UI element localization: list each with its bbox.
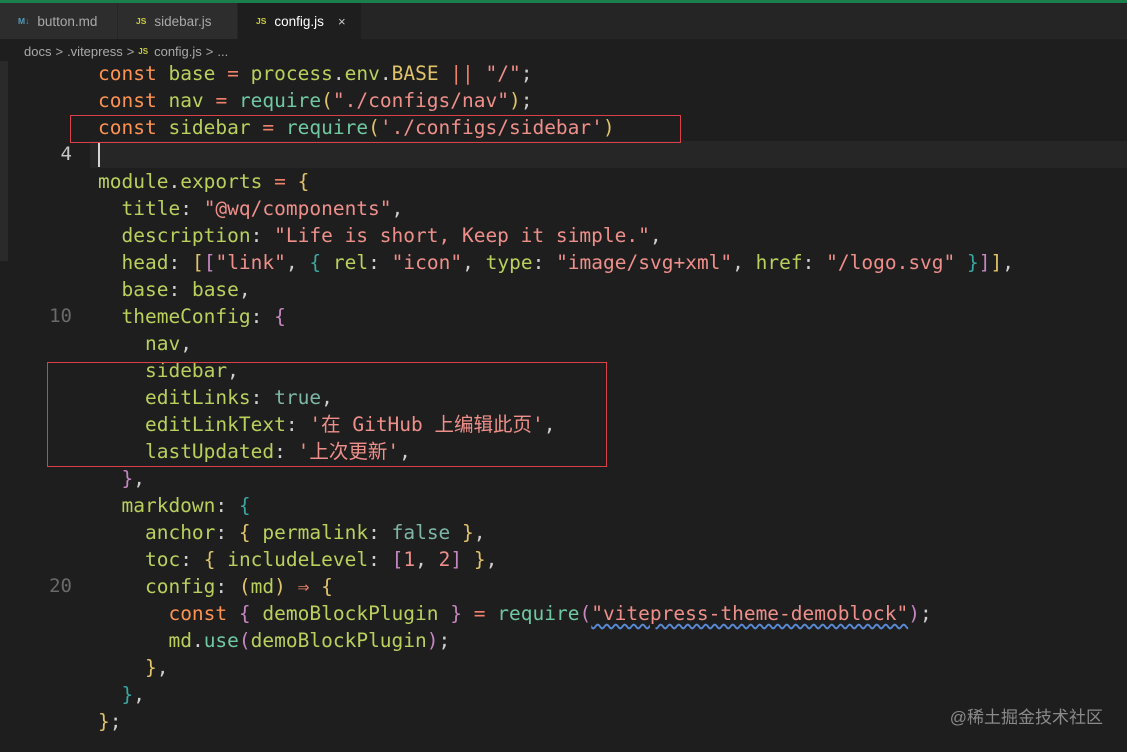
breadcrumb: docs > .vitepress > JS config.js > ... [24,41,228,61]
code-line-17: markdown: { [121,494,251,517]
text-cursor [98,143,100,167]
tab-label: button.md [37,13,98,29]
code-line-6: title: "@wq/components", [121,197,404,220]
javascript-file-icon: JS [136,16,147,26]
tab-sidebar-js[interactable]: JS sidebar.js [118,3,238,39]
breadcrumb-item-config[interactable]: config.js [154,44,202,59]
tab-config-js[interactable]: JS config.js × [238,3,362,39]
breadcrumb-item-vitepress[interactable]: .vitepress [67,44,123,59]
javascript-file-icon: JS [138,46,149,56]
watermark: @稀土掘金技术社区 [949,708,1103,727]
tab-label: sidebar.js [154,13,212,29]
line-number: 10 [49,305,72,327]
code-line-19: toc: { includeLevel: [1, 2] }, [144,548,498,571]
tab-label: config.js [274,13,324,29]
breadcrumb-item-docs[interactable]: docs [24,44,51,59]
line-number: 4 [60,143,72,165]
chevron-right-icon: > [126,43,135,59]
code-line-5: module.exports = { [98,170,310,193]
line-number: 20 [49,575,72,597]
code-line-16: }, [121,467,145,490]
code-line-9: base: base, [121,278,251,301]
code-line-2: const nav = require("./configs/nav"); [98,89,533,112]
code-line-1: const base = process.env.BASE || "/"; [98,62,533,85]
code-line-10: themeConfig: { [121,305,286,328]
chevron-right-icon: > [205,43,214,59]
close-icon[interactable]: × [338,14,346,29]
editor-tab-bar: M↓ button.md JS sidebar.js JS config.js … [0,3,1127,39]
code-line-23: }, [144,656,169,679]
chevron-right-icon: > [55,43,64,59]
breadcrumb-item-symbols[interactable]: ... [217,44,228,59]
code-line-11: nav, [144,332,192,355]
javascript-file-icon: JS [256,16,267,26]
code-line-24: }, [121,683,145,706]
code-line-20: config: (md) ⇒ { [144,575,333,598]
code-line-7: description: "Life is short, Keep it sim… [121,224,662,247]
code-line-21: const { demoBlockPlugin } = require("vit… [168,602,932,625]
markdown-file-icon: M↓ [18,16,30,26]
code-line-8: head: [["link", { rel: "icon", type: "im… [121,251,1015,274]
code-line-25: }; [98,710,122,733]
code-line-18: anchor: { permalink: false }, [144,521,486,544]
tab-button-md[interactable]: M↓ button.md [0,3,118,39]
current-line-highlight [90,141,1127,168]
highlight-box-theme-config [47,362,607,467]
highlight-box-sidebar-import [70,115,681,143]
code-line-22: md.use(demoBlockPlugin); [168,629,451,652]
